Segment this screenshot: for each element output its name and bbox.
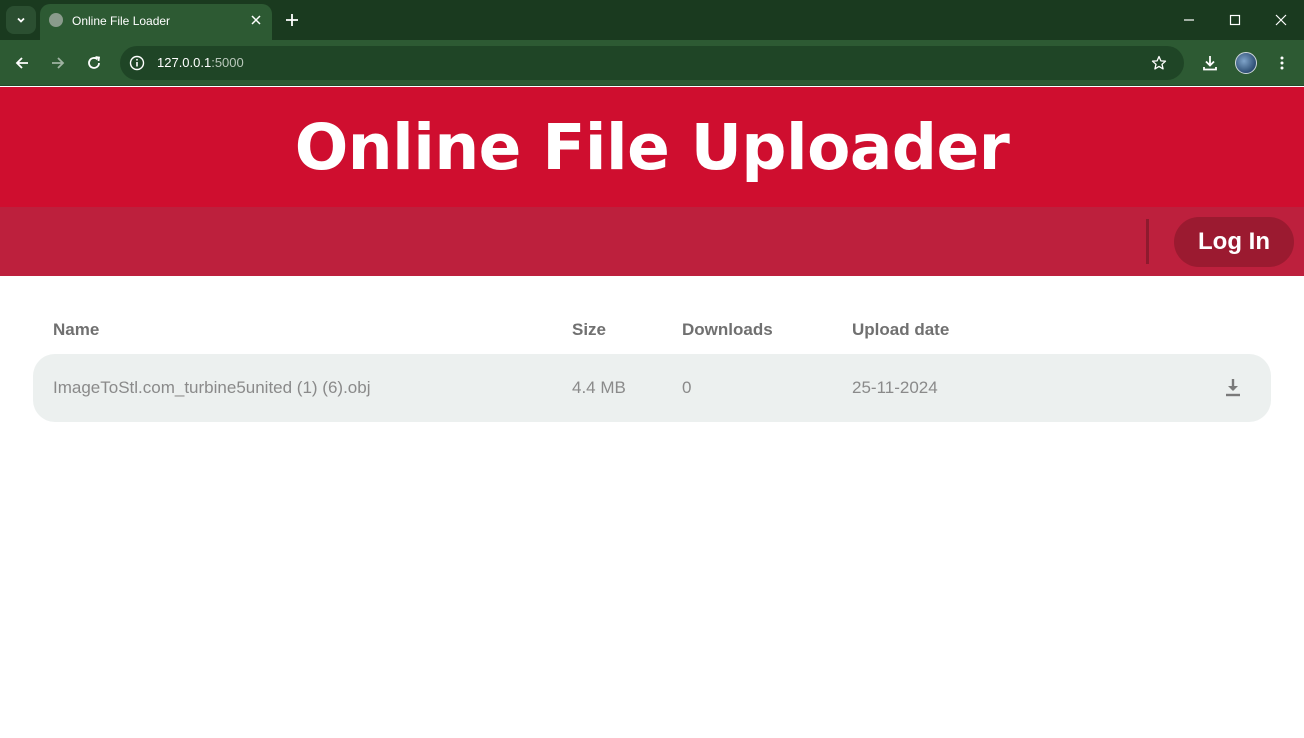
close-icon [1275,14,1287,26]
maximize-icon [1229,14,1241,26]
downloads-button[interactable] [1197,50,1223,76]
browser-toolbar: 127.0.0.1:5000 [0,40,1304,86]
column-header-upload-date: Upload date [852,320,950,339]
file-upload-date: 25-11-2024 [852,378,938,397]
reload-icon [88,56,101,69]
column-header-size: Size [572,320,607,339]
profile-button[interactable] [1233,50,1259,76]
forward-button[interactable] [45,50,71,76]
bookmark-star-icon[interactable] [1149,53,1169,73]
browser-tab[interactable]: Online File Loader [40,4,272,40]
chevron-down-icon [17,17,25,23]
tab-title: Online File Loader [72,14,171,28]
column-header-downloads: Downloads [682,320,773,339]
page-navbar: Log In [0,207,1304,276]
page-header-banner: Online File Uploader [0,87,1304,207]
tab-search-button[interactable] [6,6,36,34]
plus-icon [286,14,298,26]
minimize-button[interactable] [1174,6,1204,34]
page-title: Online File Uploader [294,110,1010,184]
address-bar[interactable]: 127.0.0.1:5000 [120,46,1184,80]
file-downloads: 0 [682,378,692,397]
navbar-divider [1146,219,1149,264]
globe-icon [49,13,63,27]
new-tab-button[interactable] [280,8,304,32]
tab-close-button[interactable] [246,10,266,30]
arrow-right-icon [52,57,65,69]
close-window-button[interactable] [1266,6,1296,34]
reload-button[interactable] [81,50,107,76]
download-icon [1203,56,1217,71]
download-icon[interactable] [1221,376,1245,400]
avatar [1235,52,1257,74]
site-info-icon[interactable] [128,54,146,72]
maximize-button[interactable] [1220,6,1250,34]
url-text: 127.0.0.1:5000 [157,55,244,70]
more-vertical-icon [1280,56,1284,70]
browser-tabstrip: Online File Loader [0,0,1304,40]
file-size: 4.4 MB [572,378,626,397]
close-icon [251,15,261,25]
minimize-icon [1184,19,1194,21]
file-name[interactable]: ImageToStl.com_turbine5united (1) (6).ob… [53,378,371,398]
table-row: ImageToStl.com_turbine5united (1) (6).ob… [33,354,1271,422]
login-button[interactable]: Log In [1174,217,1294,267]
column-header-name: Name [53,320,100,339]
back-button[interactable] [9,50,35,76]
browser-menu-button[interactable] [1269,50,1295,76]
arrow-left-icon [15,57,28,69]
